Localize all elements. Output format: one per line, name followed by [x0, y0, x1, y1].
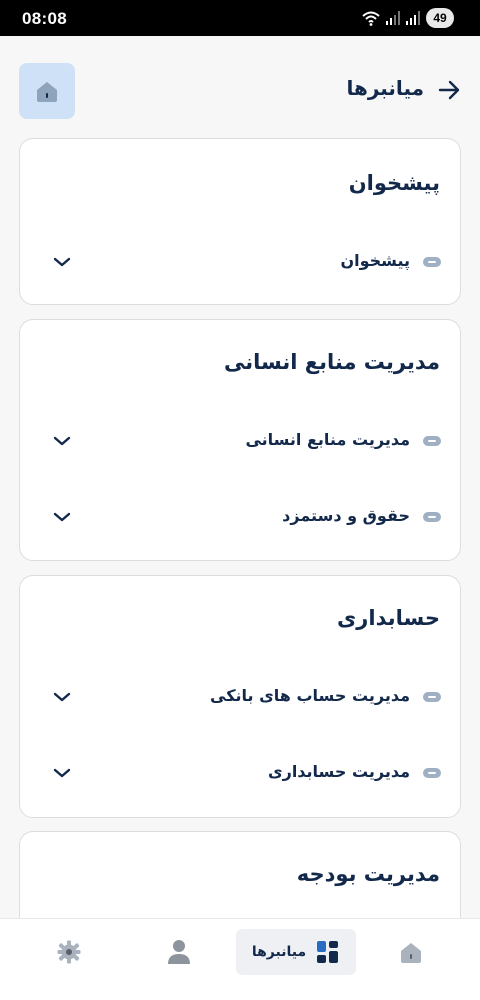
list-item-label: مدیریت حساب های بانکی [210, 686, 410, 705]
battery-indicator: 49 [426, 8, 454, 28]
signal-icon [386, 11, 400, 25]
list-item-label: مدیریت حسابداری [267, 762, 410, 781]
grid-icon [317, 941, 339, 963]
section-title: حسابداری [337, 606, 440, 630]
section-title: پیشخوان [348, 171, 440, 195]
list-item-label: حقوق و دستمزد [282, 506, 410, 525]
status-icons: 49 [362, 8, 454, 28]
chevron-down-icon[interactable] [52, 510, 72, 524]
list-item[interactable]: مدیریت منابع انسانی [20, 420, 460, 464]
link-icon [423, 257, 441, 267]
section-card-accounting: حسابداری مدیریت حساب های بانکی مدیریت حس… [19, 575, 461, 818]
list-item[interactable]: مدیریت حسابداری [20, 752, 460, 796]
section-title: مدیریت منابع انسانی [224, 350, 440, 374]
gear-icon [57, 940, 81, 964]
signal-icon-2 [406, 11, 420, 25]
nav-home[interactable] [388, 929, 434, 975]
chevron-down-icon[interactable] [52, 766, 72, 780]
bottom-nav: میانبرها [0, 918, 480, 1000]
nav-shortcuts[interactable]: میانبرها [236, 929, 356, 975]
header: میانبرها [0, 36, 480, 140]
chevron-down-icon[interactable] [52, 434, 72, 448]
nav-profile[interactable] [156, 929, 202, 975]
home-icon [37, 82, 57, 102]
nav-shortcuts-label: میانبرها [251, 944, 307, 960]
home-icon [401, 943, 421, 963]
chevron-down-icon[interactable] [52, 690, 72, 704]
page-title: میانبرها [346, 76, 424, 100]
section-title: مدیریت بودجه [296, 862, 440, 886]
nav-settings[interactable] [46, 929, 92, 975]
list-item[interactable]: پیشخوان [20, 241, 460, 285]
user-icon [168, 940, 190, 964]
link-icon [423, 512, 441, 522]
chevron-down-icon[interactable] [52, 255, 72, 269]
list-item-label: مدیریت منابع انسانی [245, 430, 410, 449]
list-item[interactable]: حقوق و دستمزد [20, 496, 460, 540]
section-card-dashboard: پیشخوان پیشخوان [19, 138, 461, 305]
status-time: 08:08 [22, 9, 67, 28]
home-button[interactable] [19, 63, 75, 119]
back-arrow-icon[interactable] [438, 80, 460, 100]
link-icon [423, 768, 441, 778]
section-card-hr: مدیریت منابع انسانی مدیریت منابع انسانی … [19, 319, 461, 561]
status-bar: 08:08 49 [0, 0, 480, 36]
link-icon [423, 692, 441, 702]
list-item[interactable]: مدیریت حساب های بانکی [20, 676, 460, 720]
link-icon [423, 436, 441, 446]
list-item-label: پیشخوان [340, 251, 410, 270]
wifi-icon [362, 11, 380, 26]
